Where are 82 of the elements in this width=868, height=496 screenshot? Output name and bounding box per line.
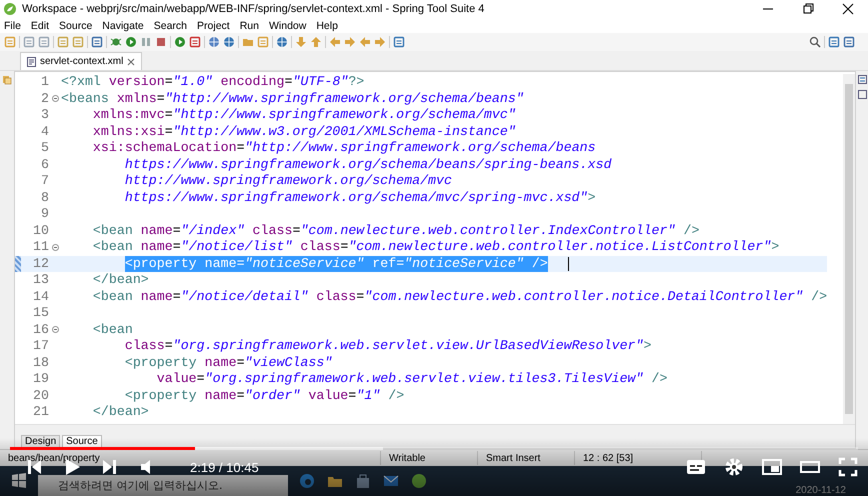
- menu-item[interactable]: Project: [197, 20, 230, 32]
- xml-file-icon: [27, 56, 36, 66]
- code-line: xmlns:mvc="http://www.springframework.org/schema/mvc": [92, 107, 516, 124]
- code-line: <?xml version="1.0" encoding="UTF-8"?>: [61, 74, 364, 90]
- app-logo-icon: [4, 3, 16, 15]
- line-number: 8: [40, 190, 49, 206]
- line-number: 20: [32, 388, 49, 404]
- code-line: class="org.springframework.web.servlet.view.UrlBasedViewResolver">: [124, 338, 652, 354]
- line-number: 3: [40, 107, 49, 124]
- code-line: <property name="order" value="1" />: [124, 388, 404, 404]
- close-icon[interactable]: [127, 58, 136, 66]
- miniplayer-icon[interactable]: [762, 457, 782, 477]
- vertical-scrollbar[interactable]: [843, 74, 855, 424]
- code-line: <bean: [92, 322, 133, 338]
- horizontal-scrollbar[interactable]: [15, 424, 855, 435]
- line-number: 16: [32, 322, 49, 338]
- windows-start-icon[interactable]: [10, 472, 28, 490]
- menu-item[interactable]: Navigate: [102, 20, 144, 32]
- subtitles-icon[interactable]: [686, 457, 706, 477]
- menu-item[interactable]: Search: [154, 20, 188, 32]
- line-number: 4: [40, 124, 49, 140]
- code-line: value="org.springframework.web.servlet.view.tiles3.TilesView" />: [156, 371, 668, 388]
- search-icon[interactable]: [809, 36, 821, 48]
- toolbar-globe-icon[interactable]: [276, 36, 288, 48]
- fullscreen-icon[interactable]: [838, 457, 858, 477]
- line-number: 1: [40, 74, 49, 90]
- outline-icon[interactable]: [858, 90, 866, 99]
- status-mode: Writable: [380, 451, 477, 465]
- taskbar-date: 2020-11-12: [796, 485, 846, 496]
- line-number: 10: [32, 222, 49, 239]
- line-number: 12: [32, 256, 49, 272]
- editor-mode-tab[interactable]: Source: [62, 435, 102, 448]
- taskbar-search-field[interactable]: 검색하려면 여기에 입력하십시오.: [38, 475, 288, 496]
- code-line: </bean>: [92, 272, 149, 288]
- menu-item[interactable]: Help: [316, 20, 338, 32]
- collapse-icon[interactable]: [52, 326, 58, 334]
- toolbar-play-icon[interactable]: [125, 36, 137, 48]
- line-number: 19: [32, 371, 49, 388]
- code-line: https://www.springframework.org/schema/beans/spring-beans.xsd: [124, 156, 612, 173]
- editor-tab[interactable]: servlet-context.xml: [20, 52, 142, 70]
- status-insert-mode: Smart Insert: [477, 451, 574, 465]
- collapse-icon[interactable]: [52, 244, 58, 251]
- code-line: </bean>: [92, 404, 149, 420]
- toolbar-pause-icon[interactable]: [140, 36, 152, 48]
- line-number: 5: [40, 140, 49, 156]
- window-title: Workspace - webprj/src/main/webapp/WEB-INF/spring/servlet-context.xml - Spring Tool Suite 4: [22, 3, 486, 15]
- toolbar-globe-icon[interactable]: [223, 36, 235, 48]
- editor-mode-tab[interactable]: Design: [21, 435, 60, 448]
- line-number: 9: [40, 206, 49, 222]
- menu-item[interactable]: Source: [59, 20, 92, 32]
- line-number: 6: [40, 156, 49, 173]
- menu-item[interactable]: Edit: [30, 20, 50, 32]
- outline-icon[interactable]: [858, 75, 866, 84]
- toolbar-bug-icon[interactable]: [110, 36, 122, 48]
- line-number: 17: [32, 338, 49, 354]
- status-path: beans/bean/property: [7, 452, 101, 465]
- line-number: 18: [32, 354, 49, 371]
- code-line: <bean name="/notice/detail" class="com.newlecture.web.controller.notice.DetailController" />: [92, 288, 828, 305]
- line-number: 14: [32, 288, 49, 305]
- settings-icon[interactable]: [724, 457, 744, 477]
- toolbar-stop-icon[interactable]: [155, 36, 167, 48]
- toolbar-run-icon[interactable]: [174, 36, 186, 48]
- code-line: https://www.springframework.org/schema/mvc/spring-mvc.xsd">: [124, 190, 596, 206]
- store-bag-icon[interactable]: [354, 472, 372, 490]
- bookmark-icon[interactable]: [2, 75, 12, 85]
- menu-item[interactable]: File: [4, 20, 21, 32]
- line-number: 2: [40, 90, 49, 107]
- line-number: 13: [32, 272, 49, 288]
- line-number: 11: [32, 239, 49, 256]
- code-line: <property name="viewClass": [124, 354, 332, 371]
- menu-item[interactable]: Window: [268, 20, 306, 32]
- line-number: 21: [32, 404, 49, 420]
- code-line: xmlns:xsi="http://www.w3.org/2001/XMLSchema-instance": [92, 124, 516, 140]
- code-line: http://www.springframework.org/schema/mvc: [124, 173, 452, 190]
- code-line: <bean name="/index" class="com.newlecture.web.controller.IndexController" />: [92, 222, 700, 239]
- code-line: <beans xmlns="http://www.springframework.org/schema/beans": [61, 90, 524, 107]
- menu-item[interactable]: Run: [240, 20, 259, 32]
- code-line: <bean name="/notice/list" class="com.newlecture.web.controller.notice.ListController">: [92, 239, 780, 256]
- collapse-icon[interactable]: [52, 95, 58, 102]
- code-line: xsi:schemaLocation="http://www.springframework.org/schema/beans: [92, 140, 596, 156]
- line-number: 15: [32, 305, 49, 322]
- line-number: 7: [40, 173, 49, 190]
